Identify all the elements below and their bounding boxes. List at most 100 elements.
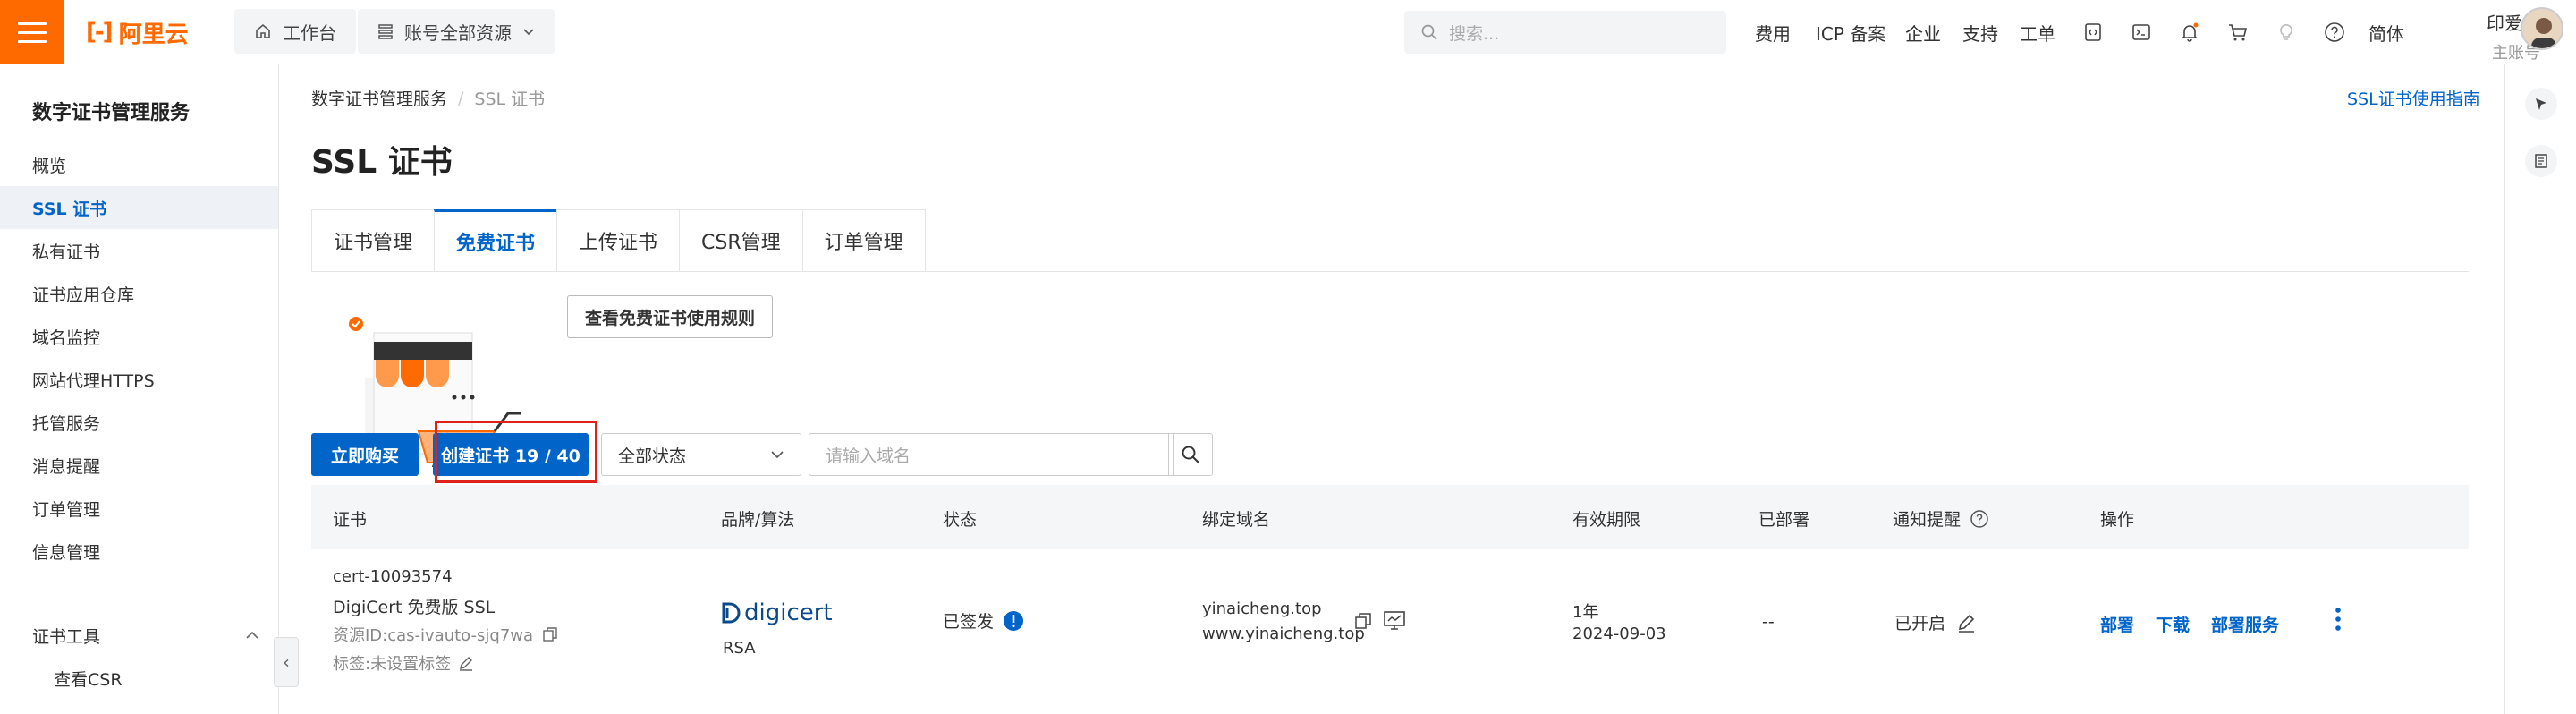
nav-enterprise[interactable]: 企业 bbox=[1905, 0, 1941, 64]
tab-upload-cert[interactable]: 上传证书 bbox=[556, 209, 680, 272]
sidebar-item-domain-monitor[interactable]: 域名监控 bbox=[0, 315, 278, 358]
column-header-notify: 通知提醒 bbox=[1893, 506, 1989, 531]
workbench-button[interactable]: 工作台 bbox=[234, 9, 356, 54]
sidebar-title: 数字证书管理服务 bbox=[32, 102, 191, 124]
account-resources-dropdown[interactable]: 账号全部资源 bbox=[358, 9, 555, 54]
sidebar-item-notifications[interactable]: 消息提醒 bbox=[0, 444, 278, 487]
status-filter-value: 全部状态 bbox=[618, 446, 687, 466]
tab-cert-manage[interactable]: 证书管理 bbox=[311, 209, 435, 272]
sidebar-item-overview[interactable]: 概览 bbox=[0, 143, 278, 186]
cert-name[interactable]: DigiCert 免费版 SSL bbox=[333, 594, 495, 618]
notify-status: 已开启 bbox=[1894, 614, 1946, 633]
sidebar-item-view-csr[interactable]: 查看CSR bbox=[0, 657, 278, 700]
tab-label: CSR管理 bbox=[701, 232, 781, 254]
download-link[interactable]: 下载 bbox=[2156, 612, 2190, 636]
cart-icon[interactable] bbox=[2225, 20, 2250, 45]
avatar[interactable] bbox=[2521, 7, 2563, 50]
tab-label: 证书管理 bbox=[334, 232, 413, 254]
aliyun-logo[interactable]: [-] 阿里云 bbox=[86, 16, 189, 48]
copy-icon[interactable] bbox=[542, 626, 558, 642]
edit-icon[interactable] bbox=[1956, 613, 1976, 633]
ssl-guide-link[interactable]: SSL证书使用指南 bbox=[2347, 86, 2480, 110]
resource-id: 资源ID:cas-ivauto-sjq7wa bbox=[333, 623, 558, 646]
sidebar-item-label: 托管服务 bbox=[32, 413, 101, 434]
brand-logo: digicert bbox=[721, 599, 833, 626]
table-row: cert-10093574 DigiCert 免费版 SSL 资源ID:cas-… bbox=[311, 549, 2469, 714]
sidebar: 数字证书管理服务 概览 SSL 证书 私有证书 证书应用仓库 域名监控 网站代理… bbox=[0, 64, 279, 714]
tab-label: 免费证书 bbox=[456, 233, 536, 255]
nav-support[interactable]: 支持 bbox=[1962, 0, 1998, 64]
sidebar-item-label: 信息管理 bbox=[32, 542, 101, 563]
bulb-icon[interactable] bbox=[2274, 20, 2299, 45]
info-icon[interactable] bbox=[1003, 610, 1024, 632]
language-label: 简体 bbox=[2368, 22, 2404, 45]
sidebar-item-cert-repo[interactable]: 证书应用仓库 bbox=[0, 272, 278, 315]
brand-name: digicert bbox=[744, 599, 833, 626]
workbench-label: 工作台 bbox=[283, 21, 336, 44]
sidebar-item-info[interactable]: 信息管理 bbox=[0, 530, 278, 573]
bell-icon[interactable] bbox=[2177, 20, 2202, 45]
nav-ticket-label: 工单 bbox=[2020, 22, 2055, 45]
domain-search-input[interactable]: 请输入域名 bbox=[809, 433, 1174, 476]
tab-bar: 证书管理 免费证书 上传证书 CSR管理 订单管理 bbox=[311, 209, 926, 272]
column-header-domains: 绑定域名 bbox=[1202, 510, 1271, 530]
sidebar-item-orders[interactable]: 订单管理 bbox=[0, 487, 278, 530]
cert-tags: 标签:未设置标签 bbox=[333, 651, 474, 675]
breadcrumb: 数字证书管理服务 / SSL 证书 bbox=[311, 86, 545, 110]
breadcrumb-item-current: SSL 证书 bbox=[474, 89, 546, 109]
main-content: 数字证书管理服务 / SSL 证书 SSL证书使用指南 SSL 证书 证书管理 … bbox=[279, 64, 2504, 714]
column-header-actions: 操作 bbox=[2100, 510, 2135, 530]
chevron-down-icon bbox=[771, 451, 784, 459]
nav-icp[interactable]: ICP 备案 bbox=[1816, 0, 1885, 64]
sidebar-group-tools[interactable]: 证书工具 bbox=[0, 614, 278, 657]
table-header: 证书 品牌/算法 状态 绑定域名 有效期限 已部署 通知提醒 操作 bbox=[311, 485, 2469, 549]
deploy-service-link[interactable]: 部署服务 bbox=[2211, 612, 2279, 636]
edit-icon[interactable] bbox=[458, 655, 474, 671]
sidebar-item-proxy-https[interactable]: 网站代理HTTPS bbox=[0, 358, 278, 401]
sidebar-item-hosting[interactable]: 托管服务 bbox=[0, 401, 278, 444]
algorithm: RSA bbox=[723, 639, 756, 658]
tab-free-cert[interactable]: 免费证书 bbox=[434, 209, 557, 272]
column-header-status: 状态 bbox=[943, 510, 978, 530]
column-header-validity: 有效期限 bbox=[1572, 510, 1641, 530]
pointer-icon[interactable] bbox=[2525, 88, 2557, 120]
digicert-logo-icon bbox=[722, 602, 741, 624]
language-switch[interactable]: 简体 bbox=[2368, 0, 2404, 64]
nav-support-label: 支持 bbox=[1962, 22, 1998, 45]
column-header-cert: 证书 bbox=[333, 510, 368, 530]
notify-setting: 已开启 bbox=[1894, 610, 1976, 634]
domain-primary: yinaicheng.top bbox=[1202, 599, 1322, 618]
tab-order-manage[interactable]: 订单管理 bbox=[801, 209, 926, 272]
more-actions-icon[interactable] bbox=[2334, 607, 2342, 636]
code-icon[interactable] bbox=[2080, 20, 2106, 45]
status-filter-select[interactable]: 全部状态 bbox=[601, 433, 801, 476]
nav-fees[interactable]: 费用 bbox=[1755, 0, 1791, 64]
search-icon bbox=[1421, 24, 1437, 40]
sidebar-item-label: 证书应用仓库 bbox=[32, 285, 135, 305]
page-title: SSL 证书 bbox=[311, 144, 453, 181]
copy-domains-icon[interactable] bbox=[1354, 612, 1372, 634]
deploy-link[interactable]: 部署 bbox=[2100, 612, 2134, 636]
help-icon[interactable] bbox=[2322, 20, 2347, 45]
chevron-down-icon bbox=[523, 29, 534, 36]
sidebar-item-ssl[interactable]: SSL 证书 bbox=[0, 186, 278, 229]
deployed-count: -- bbox=[1762, 612, 1775, 632]
highlight-annotation-box bbox=[435, 421, 597, 483]
document-icon[interactable] bbox=[2525, 145, 2557, 177]
domain-search-button[interactable] bbox=[1168, 433, 1213, 476]
terminal-icon[interactable] bbox=[2129, 20, 2154, 45]
help-icon[interactable] bbox=[1970, 509, 1989, 529]
breadcrumb-item-service[interactable]: 数字证书管理服务 bbox=[311, 86, 447, 110]
buy-now-button[interactable]: 立即购买 bbox=[311, 433, 419, 476]
free-cert-rules-button[interactable]: 查看免费证书使用规则 bbox=[567, 295, 773, 338]
sidebar-item-private-cert[interactable]: 私有证书 bbox=[0, 229, 278, 272]
expiry-date: 2024-09-03 bbox=[1572, 625, 1666, 643]
global-search-input[interactable]: 搜索... bbox=[1404, 11, 1726, 54]
nav-ticket[interactable]: 工单 bbox=[2020, 0, 2055, 64]
tab-csr-manage[interactable]: CSR管理 bbox=[679, 209, 802, 272]
tabs-underline bbox=[311, 271, 2469, 272]
menu-icon[interactable] bbox=[0, 0, 64, 64]
right-rail bbox=[2504, 64, 2576, 714]
monitor-icon[interactable] bbox=[1383, 610, 1406, 636]
nav-icp-label: ICP 备案 bbox=[1816, 22, 1886, 45]
